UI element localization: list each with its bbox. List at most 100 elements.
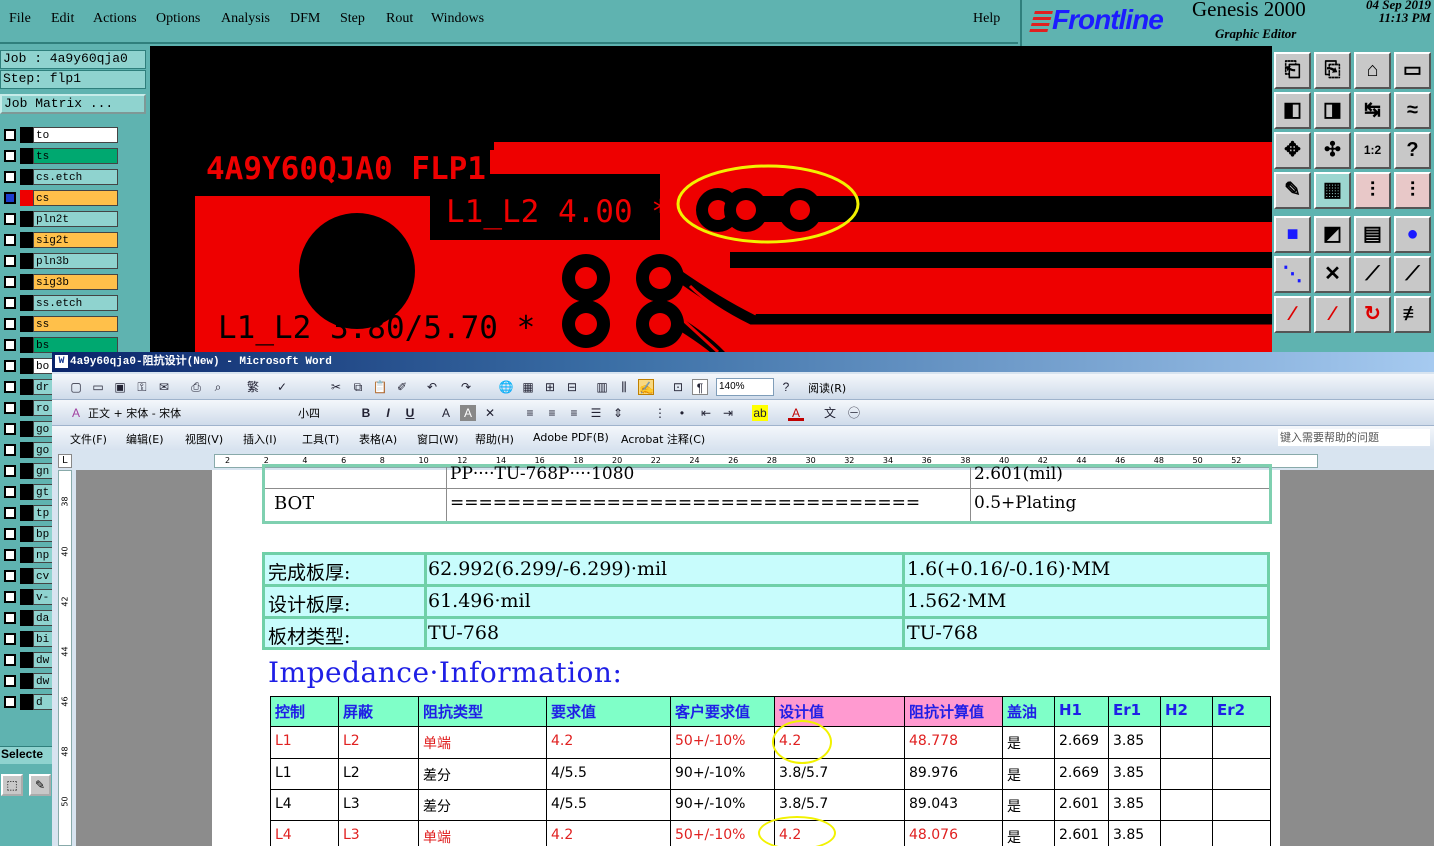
layer-checkbox[interactable] [4,213,16,225]
char-shading-icon[interactable]: A [460,405,476,421]
layer-checkbox[interactable] [4,528,16,540]
help-question-box[interactable]: 键入需要帮助的问题 [1278,429,1430,446]
layer-row[interactable]: sig2t [0,231,150,249]
highlight-icon[interactable]: ab [752,405,768,421]
layer-row[interactable]: cs [0,189,150,207]
fiducial-icon[interactable]: ≢ [1394,296,1431,333]
layer-name[interactable]: bs [33,337,118,353]
menu-dfm[interactable]: DFM [290,11,320,27]
layer-checkbox[interactable] [4,192,16,204]
layer-checkbox[interactable] [4,507,16,519]
menu-analysis[interactable]: Analysis [221,11,270,27]
vertical-ruler[interactable]: 38 40 42 44 46 48 50 [58,470,72,846]
layer-checkbox[interactable] [4,570,16,582]
wmenu-help[interactable]: 帮助(H) [475,431,514,447]
zoom-fit-icon[interactable]: ⎘ [1314,52,1351,89]
styles-icon[interactable]: A [68,405,84,421]
pad-round-icon[interactable]: ● [1394,216,1431,253]
layer-name[interactable]: to [33,127,118,143]
layer-checkbox[interactable] [4,297,16,309]
read-mode-button[interactable]: 阅读(R) [808,380,846,396]
layer-row[interactable]: ss [0,315,150,333]
document-map-icon[interactable]: ✍ [638,379,654,395]
measure-icon[interactable]: ✎ [1274,172,1311,209]
layer-checkbox[interactable] [4,612,16,624]
layer-compare-icon[interactable]: ⫶ [1394,172,1431,209]
layer-checkbox[interactable] [4,339,16,351]
home-view-icon[interactable]: ⌂ [1354,52,1391,89]
permission-icon[interactable]: ⚿ [134,379,150,395]
wmenu-edit[interactable]: 编辑(E) [126,431,164,447]
menu-edit[interactable]: Edit [51,11,74,27]
pad-square-icon[interactable]: ■ [1274,216,1311,253]
layer-checkbox[interactable] [4,150,16,162]
char-scale-icon[interactable]: ✕ [482,405,498,421]
flip-icon[interactable]: ↹ [1354,92,1391,129]
arc-icon[interactable]: ↻ [1354,296,1391,333]
traditional-icon[interactable]: 繁 [240,379,266,395]
ruler-icon[interactable]: ▤ [1354,216,1391,253]
wmenu-view[interactable]: 视图(V) [185,431,223,447]
show-hide-icon[interactable]: ⊡ [670,379,686,395]
layer-checkbox[interactable] [4,633,16,645]
font-color-icon[interactable]: A [788,405,804,421]
drawing-icon[interactable]: ⫼ [616,379,632,395]
wmenu-window[interactable]: 窗口(W) [417,431,458,447]
layer-name[interactable]: pln3b [33,253,118,269]
add-pad-icon[interactable]: ⟋ [1394,256,1431,293]
wmenu-insert[interactable]: 插入(I) [243,431,277,447]
cross-icon[interactable]: ✕ [1314,256,1351,293]
scale-1-2-icon[interactable]: 1:2 [1354,132,1391,169]
layer-row[interactable]: to [0,126,150,144]
layer-checkbox[interactable] [4,444,16,456]
print-icon[interactable]: ⎙ [188,379,204,395]
layer-name[interactable]: ss.etch [33,295,118,311]
wmenu-tools[interactable]: 工具(T) [302,431,339,447]
menu-help[interactable]: Help [973,11,1000,27]
tables-borders-icon[interactable]: ▦ [520,379,536,395]
job-matrix-button[interactable]: Job Matrix ... [0,94,146,114]
char-border-icon[interactable]: A [438,405,454,421]
wmenu-file[interactable]: 文件(F) [70,431,107,447]
font-size-box[interactable]: 小四 [298,405,346,421]
open-icon[interactable]: ▭ [90,379,106,395]
layer-checkbox[interactable] [4,360,16,372]
layer-checkbox[interactable] [4,171,16,183]
italic-icon[interactable]: I [380,405,396,421]
layer-name[interactable]: ts [33,148,118,164]
layer-row[interactable]: ts [0,147,150,165]
wmenu-table[interactable]: 表格(A) [359,431,397,447]
menu-options[interactable]: Options [156,11,200,27]
word-titlebar[interactable]: W 4a9y60qja0-阻抗设计(New) - Microsoft Word [52,352,1434,372]
hyperlink-icon[interactable]: 🌐 [498,379,514,395]
enclose-char-icon[interactable]: ㊀ [846,405,862,421]
window-view-icon[interactable]: ▭ [1394,52,1431,89]
zoom-out-icon[interactable]: ✣ [1314,132,1351,169]
menu-actions[interactable]: Actions [93,11,137,27]
pan-right-icon[interactable]: ◨ [1314,92,1351,129]
layer-checkbox[interactable] [4,234,16,246]
layer-checkbox[interactable] [4,423,16,435]
copy-icon[interactable]: ⧉ [350,379,366,395]
justify-icon[interactable]: ☰ [588,405,604,421]
layer-name[interactable]: sig2t [33,232,118,248]
insert-excel-icon[interactable]: ⊟ [564,379,580,395]
connect-icon[interactable]: ⟋ [1354,256,1391,293]
spelling-icon[interactable]: ✓ [274,379,290,395]
layer-name[interactable]: sig3b [33,274,118,290]
insert-table-icon[interactable]: ⊞ [542,379,558,395]
layer-name[interactable]: cs [33,190,118,206]
layer-row[interactable]: ss.etch [0,294,150,312]
net-icon[interactable]: ⋱ [1274,256,1311,293]
tab-selector-icon[interactable]: L [58,454,72,468]
layer-checkbox[interactable] [4,402,16,414]
layer-name[interactable]: cs.etch [33,169,118,185]
menu-windows[interactable]: Windows [431,11,484,27]
layer-checkbox[interactable] [4,129,16,141]
print-preview-icon[interactable]: ⌕ [210,379,226,395]
new-icon[interactable]: ▢ [68,379,84,395]
layer-row[interactable]: pln3b [0,252,150,270]
bullets-icon[interactable]: • [674,405,690,421]
layer-checkbox[interactable] [4,549,16,561]
document-page[interactable]: PP····TU-768P····1080 2.601(mil) BOT ===… [212,464,1280,846]
